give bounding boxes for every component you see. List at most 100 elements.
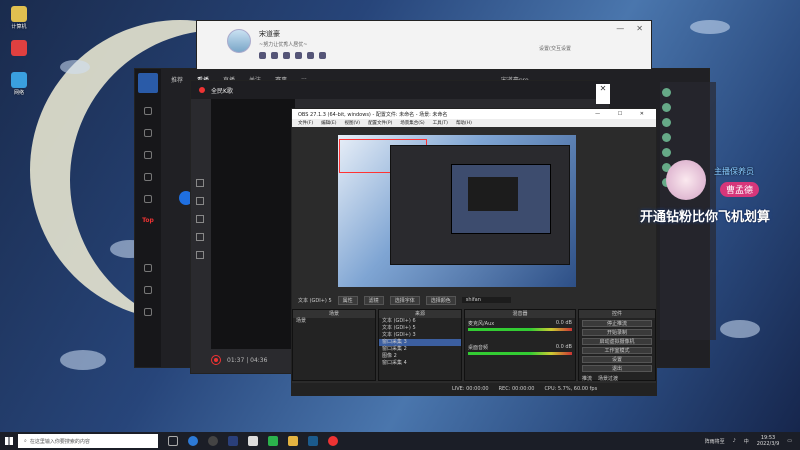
share-icon[interactable] bbox=[196, 251, 204, 259]
app-icon[interactable] bbox=[228, 436, 238, 446]
weather-status[interactable]: 阵雨将至 bbox=[705, 438, 725, 445]
source-item[interactable]: 文本 (GDI+) 6 bbox=[379, 318, 461, 325]
menu-tools[interactable]: 工具(T) bbox=[433, 120, 448, 126]
mixer-track[interactable]: 麦克风/Aux 0.0 dB bbox=[465, 318, 575, 332]
steam-icon[interactable] bbox=[308, 436, 318, 446]
karaoke-title-bar: 全民K歌 bbox=[191, 81, 609, 99]
task-view-icon[interactable] bbox=[168, 436, 178, 446]
record-button[interactable] bbox=[211, 355, 221, 365]
source-item[interactable]: 窗口采集 4 bbox=[379, 360, 461, 367]
settings-icon[interactable] bbox=[144, 308, 152, 316]
notification-icon[interactable]: ▭ bbox=[787, 438, 792, 444]
viewer-avatar[interactable] bbox=[662, 88, 671, 97]
obs-window: OBS 27.1.3 (64-bit, windows) - 配置文件: 未命名… bbox=[291, 108, 657, 396]
search-icon[interactable] bbox=[144, 264, 152, 272]
desktop-icon-computer[interactable]: 计算机 bbox=[4, 6, 34, 30]
track-name: 麦克风/Aux bbox=[468, 321, 495, 327]
viewer-avatar[interactable] bbox=[662, 148, 671, 157]
volume-meter bbox=[468, 328, 572, 331]
mixer-dock: 混音器 麦克风/Aux 0.0 dB 桌面音频 0.0 dB bbox=[464, 309, 576, 381]
clock[interactable]: 19:53 2022/3/9 bbox=[757, 435, 779, 447]
taskbar-search[interactable]: ⌕ 在这里输入你要搜索的内容 bbox=[18, 434, 158, 448]
desktop-icon-network[interactable]: 网络 bbox=[4, 72, 34, 96]
scenes-dock: 场景 场景 bbox=[292, 309, 376, 381]
start-recording-button[interactable]: 开始录制 bbox=[582, 329, 652, 336]
source-item[interactable]: 文本 (GDI+) 3 bbox=[379, 332, 461, 339]
karaoke-icon[interactable] bbox=[328, 436, 338, 446]
properties-button[interactable]: 属性 bbox=[337, 295, 358, 305]
track-db: 0.0 dB bbox=[555, 320, 572, 326]
gear-icon[interactable] bbox=[144, 129, 152, 137]
studio-mode-button[interactable]: 工作室模式 bbox=[582, 347, 652, 354]
exit-button[interactable]: 退出 bbox=[582, 365, 652, 372]
record-dot-icon bbox=[199, 87, 205, 93]
menu-scene-collection[interactable]: 场景集合(S) bbox=[400, 120, 424, 126]
top-label[interactable]: Top bbox=[135, 217, 161, 224]
menu-profile[interactable]: 配置文件(P) bbox=[368, 120, 392, 126]
folder-icon[interactable] bbox=[288, 436, 298, 446]
select-font-button[interactable]: 选择字体 bbox=[389, 295, 420, 305]
popup-close-button[interactable]: ✕ bbox=[596, 84, 610, 104]
video-area bbox=[211, 99, 295, 349]
monitor-icon[interactable] bbox=[196, 215, 204, 223]
start-button[interactable] bbox=[0, 432, 18, 450]
wechat-icon[interactable] bbox=[268, 436, 278, 446]
dock-tabs: 推流 场景过渡 bbox=[582, 375, 618, 382]
anime-avatar bbox=[666, 160, 706, 200]
filters-button[interactable]: 滤镜 bbox=[363, 295, 384, 305]
nested-preview bbox=[390, 145, 570, 265]
stop-stream-button[interactable]: 停止推流 bbox=[582, 320, 652, 327]
source-item[interactable]: 窗口采集 3 bbox=[379, 339, 461, 346]
tab-stream[interactable]: 推流 bbox=[582, 375, 592, 382]
menu-edit[interactable]: 编辑(E) bbox=[321, 120, 336, 126]
chat-icon[interactable] bbox=[196, 179, 204, 187]
text-value-field[interactable]: shifan bbox=[461, 297, 511, 303]
viewer-avatar[interactable] bbox=[662, 118, 671, 127]
scene-item[interactable]: 场景 bbox=[293, 318, 375, 325]
volume-meter bbox=[468, 352, 572, 355]
clapper-icon[interactable] bbox=[248, 436, 258, 446]
dock-title: 来源 bbox=[379, 310, 461, 318]
qq-profile-card: — ✕ 宋道豪 ~努力让优秀人居优~ 设置(交互设置 bbox=[196, 20, 652, 70]
search-placeholder: 在这里输入你要搜索的内容 bbox=[29, 438, 90, 445]
gift-icon[interactable] bbox=[196, 233, 204, 241]
settings-button[interactable]: 设置 bbox=[582, 356, 652, 363]
badge-icon bbox=[271, 52, 278, 59]
system-tray: 阵雨将至 ♪ 中 19:53 2022/3/9 ▭ bbox=[705, 435, 792, 447]
history-icon[interactable] bbox=[144, 286, 152, 294]
camera-icon[interactable] bbox=[196, 197, 204, 205]
wifi-icon[interactable] bbox=[144, 195, 152, 203]
menu-help[interactable]: 帮助(H) bbox=[456, 120, 472, 126]
game-icon[interactable] bbox=[144, 151, 152, 159]
wallpaper-petal bbox=[720, 320, 760, 338]
obs-icon[interactable] bbox=[208, 436, 218, 446]
volume-icon[interactable]: ♪ bbox=[733, 438, 736, 444]
source-item[interactable]: 图像 2 bbox=[379, 353, 461, 360]
source-item[interactable]: 窗口采集 2 bbox=[379, 346, 461, 353]
puzzle-icon[interactable] bbox=[144, 173, 152, 181]
select-color-button[interactable]: 选择颜色 bbox=[425, 295, 456, 305]
obs-preview[interactable] bbox=[338, 135, 576, 287]
language-indicator[interactable]: 中 bbox=[744, 438, 749, 445]
shield-icon[interactable] bbox=[144, 107, 152, 115]
viewer-avatar[interactable] bbox=[662, 103, 671, 112]
close-button[interactable]: ✕ bbox=[636, 24, 643, 33]
overlay-banner: 开通钻粉比你飞机划算 bbox=[640, 210, 771, 225]
viewer-avatar[interactable] bbox=[662, 133, 671, 142]
edge-icon[interactable] bbox=[188, 436, 198, 446]
app-icon bbox=[11, 40, 27, 56]
source-item[interactable]: 文本 (GDI+) 5 bbox=[379, 325, 461, 332]
track-name: 桌面音频 bbox=[468, 345, 489, 351]
tab-transitions[interactable]: 场景过渡 bbox=[598, 375, 618, 382]
menu-view[interactable]: 视图(V) bbox=[344, 120, 360, 126]
settings-link[interactable]: 设置(交互设置 bbox=[539, 45, 571, 52]
desktop-icon-app[interactable] bbox=[4, 40, 34, 57]
menu-file[interactable]: 文件(F) bbox=[298, 120, 313, 126]
nested-preview-inner bbox=[451, 164, 551, 234]
mixer-track[interactable]: 桌面音频 0.0 dB bbox=[465, 342, 575, 356]
avatar[interactable] bbox=[227, 29, 251, 53]
tab-recommend[interactable]: 推荐 bbox=[171, 75, 183, 84]
minimize-button[interactable]: — bbox=[616, 24, 624, 33]
obs-title-bar: OBS 27.1.3 (64-bit, windows) - 配置文件: 未命名… bbox=[292, 109, 656, 119]
virtual-camera-button[interactable]: 启动虚拟摄像机 bbox=[582, 338, 652, 345]
